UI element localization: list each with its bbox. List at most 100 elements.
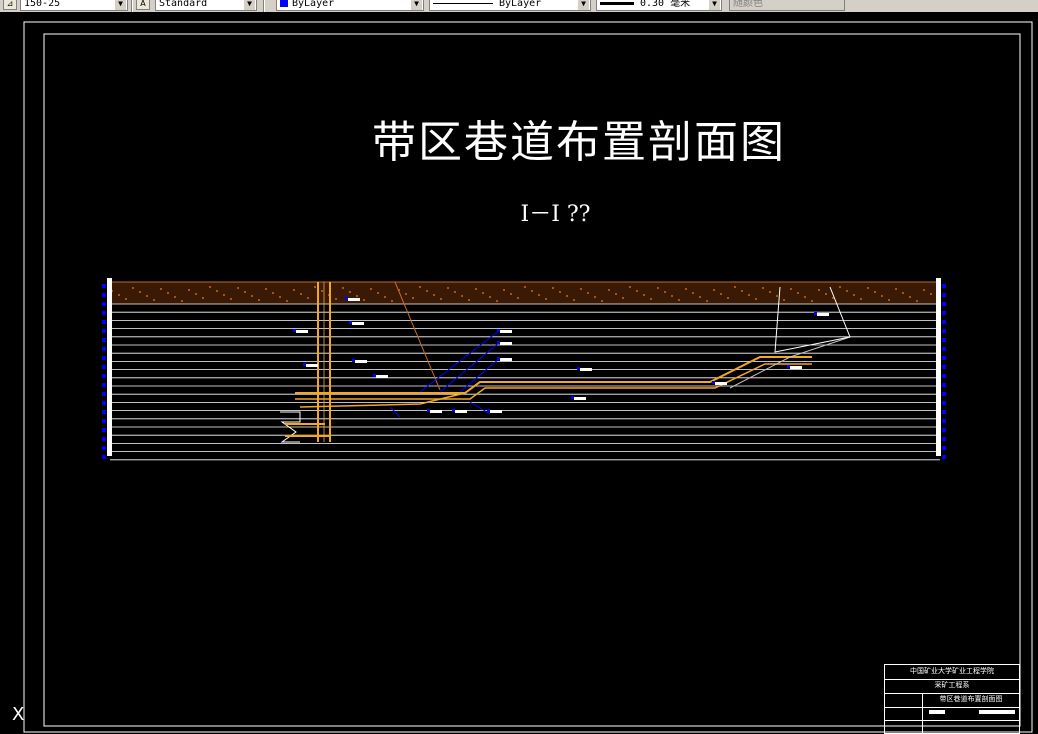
soil-speck xyxy=(783,299,785,301)
stratum-marker xyxy=(942,455,946,459)
color-value: ByLayer xyxy=(292,0,335,9)
annotation-label xyxy=(580,368,592,371)
leader-line xyxy=(389,406,401,418)
annotation-label xyxy=(430,410,442,413)
soil-speck xyxy=(265,288,267,290)
soil-speck xyxy=(601,300,603,302)
annotation-marker xyxy=(487,409,490,412)
soil-speck xyxy=(202,297,204,299)
soil-speck xyxy=(188,289,190,291)
annotation-label xyxy=(490,410,502,413)
annotation-label xyxy=(715,382,727,385)
annotation-marker xyxy=(787,365,790,368)
soil-speck xyxy=(146,295,148,297)
stratum-marker xyxy=(942,347,946,351)
soil-speck xyxy=(391,300,393,302)
soil-speck xyxy=(286,300,288,302)
annotation-marker xyxy=(352,359,355,362)
soil-speck xyxy=(314,286,316,288)
dimstyle-icon[interactable]: ⊿ xyxy=(3,0,17,10)
soil-speck xyxy=(125,298,127,300)
chevron-down-icon[interactable]: ▼ xyxy=(244,0,255,10)
drawing-title: 带区巷道布置剖面图 xyxy=(372,117,786,168)
section-label: I－I ?? xyxy=(520,202,591,227)
title-block-divider xyxy=(885,720,1019,721)
soil-speck xyxy=(272,292,274,294)
plotstyle-value: 随颜色 xyxy=(733,0,763,9)
soil-speck xyxy=(559,291,561,293)
annotation-label xyxy=(817,313,829,316)
chevron-down-icon[interactable]: ▼ xyxy=(411,0,422,10)
annotation-marker xyxy=(303,363,306,366)
branch-roadway xyxy=(299,392,466,408)
soil-speck xyxy=(524,286,526,288)
annotation-marker xyxy=(571,396,574,399)
soil-speck xyxy=(384,296,386,298)
stratum-marker xyxy=(102,419,106,423)
stratum-marker xyxy=(942,410,946,414)
title-block-divider xyxy=(922,693,923,733)
stratum-marker xyxy=(942,293,946,297)
stratum-marker xyxy=(102,455,106,459)
soil-speck xyxy=(426,290,428,292)
soil-speck xyxy=(839,286,841,288)
soil-speck xyxy=(482,292,484,294)
chevron-down-icon[interactable]: ▼ xyxy=(709,0,720,10)
soil-speck xyxy=(825,293,827,295)
soil-speck xyxy=(433,294,435,296)
lineweight-value: 0.30 毫米 xyxy=(640,0,691,9)
stratum-marker xyxy=(942,320,946,324)
soil-speck xyxy=(405,293,407,295)
annotation-marker xyxy=(814,312,817,315)
stratum-marker xyxy=(102,437,106,441)
soil-speck xyxy=(727,297,729,299)
chevron-down-icon[interactable]: ▼ xyxy=(578,0,589,10)
plotstyle-combo: 随颜色 xyxy=(729,0,845,11)
soil-speck xyxy=(440,298,442,300)
soil-speck xyxy=(706,300,708,302)
stratum-marker xyxy=(102,392,106,396)
annotation-label xyxy=(500,330,512,333)
textstyle-icon[interactable]: A xyxy=(136,0,150,10)
soil-speck xyxy=(811,300,813,302)
annotation-label xyxy=(376,375,388,378)
textstyle-combo[interactable]: Standard ▼ xyxy=(155,0,257,11)
soil-speck xyxy=(664,291,666,293)
soil-speck xyxy=(720,293,722,295)
annotation-marker xyxy=(712,381,715,384)
color-combo[interactable]: ByLayer ▼ xyxy=(276,0,424,11)
soil-speck xyxy=(573,299,575,301)
stratum-marker xyxy=(102,410,106,414)
title-block-school: 中国矿业大学矿业工程学院 xyxy=(885,665,1019,680)
soil-speck xyxy=(685,288,687,290)
soil-speck xyxy=(930,293,932,295)
stratum-marker xyxy=(942,392,946,396)
soil-speck xyxy=(237,287,239,289)
toolbar-separator xyxy=(131,0,133,12)
stratum-marker xyxy=(942,284,946,288)
stratum-marker xyxy=(942,329,946,333)
soil-speck xyxy=(776,295,778,297)
soil-speck xyxy=(895,288,897,290)
stratum-marker xyxy=(942,338,946,342)
lineweight-combo[interactable]: 0.30 毫米 ▼ xyxy=(596,0,722,11)
soil-speck xyxy=(510,293,512,295)
linetype-combo[interactable]: ByLayer ▼ xyxy=(429,0,591,11)
stratum-marker xyxy=(102,374,106,378)
title-block-divider xyxy=(885,707,1019,708)
stratum-marker xyxy=(102,428,106,432)
soil-speck xyxy=(244,291,246,293)
soil-speck xyxy=(209,286,211,288)
soil-speck xyxy=(447,287,449,289)
soil-speck xyxy=(881,295,883,297)
soil-speck xyxy=(153,299,155,301)
soil-speck xyxy=(734,286,736,288)
drawing-canvas[interactable]: 带区巷道布置剖面图 I－I ?? 中国矿业大学矿业工程学院 采矿工程系 带区巷道… xyxy=(0,12,1038,734)
chevron-down-icon[interactable]: ▼ xyxy=(115,0,126,10)
dimstyle-combo[interactable]: 150-25 ▼ xyxy=(20,0,128,11)
soil-speck xyxy=(615,293,617,295)
soil-speck xyxy=(741,290,743,292)
stratum-marker xyxy=(102,356,106,360)
title-block-fill xyxy=(929,710,945,714)
soil-speck xyxy=(902,292,904,294)
